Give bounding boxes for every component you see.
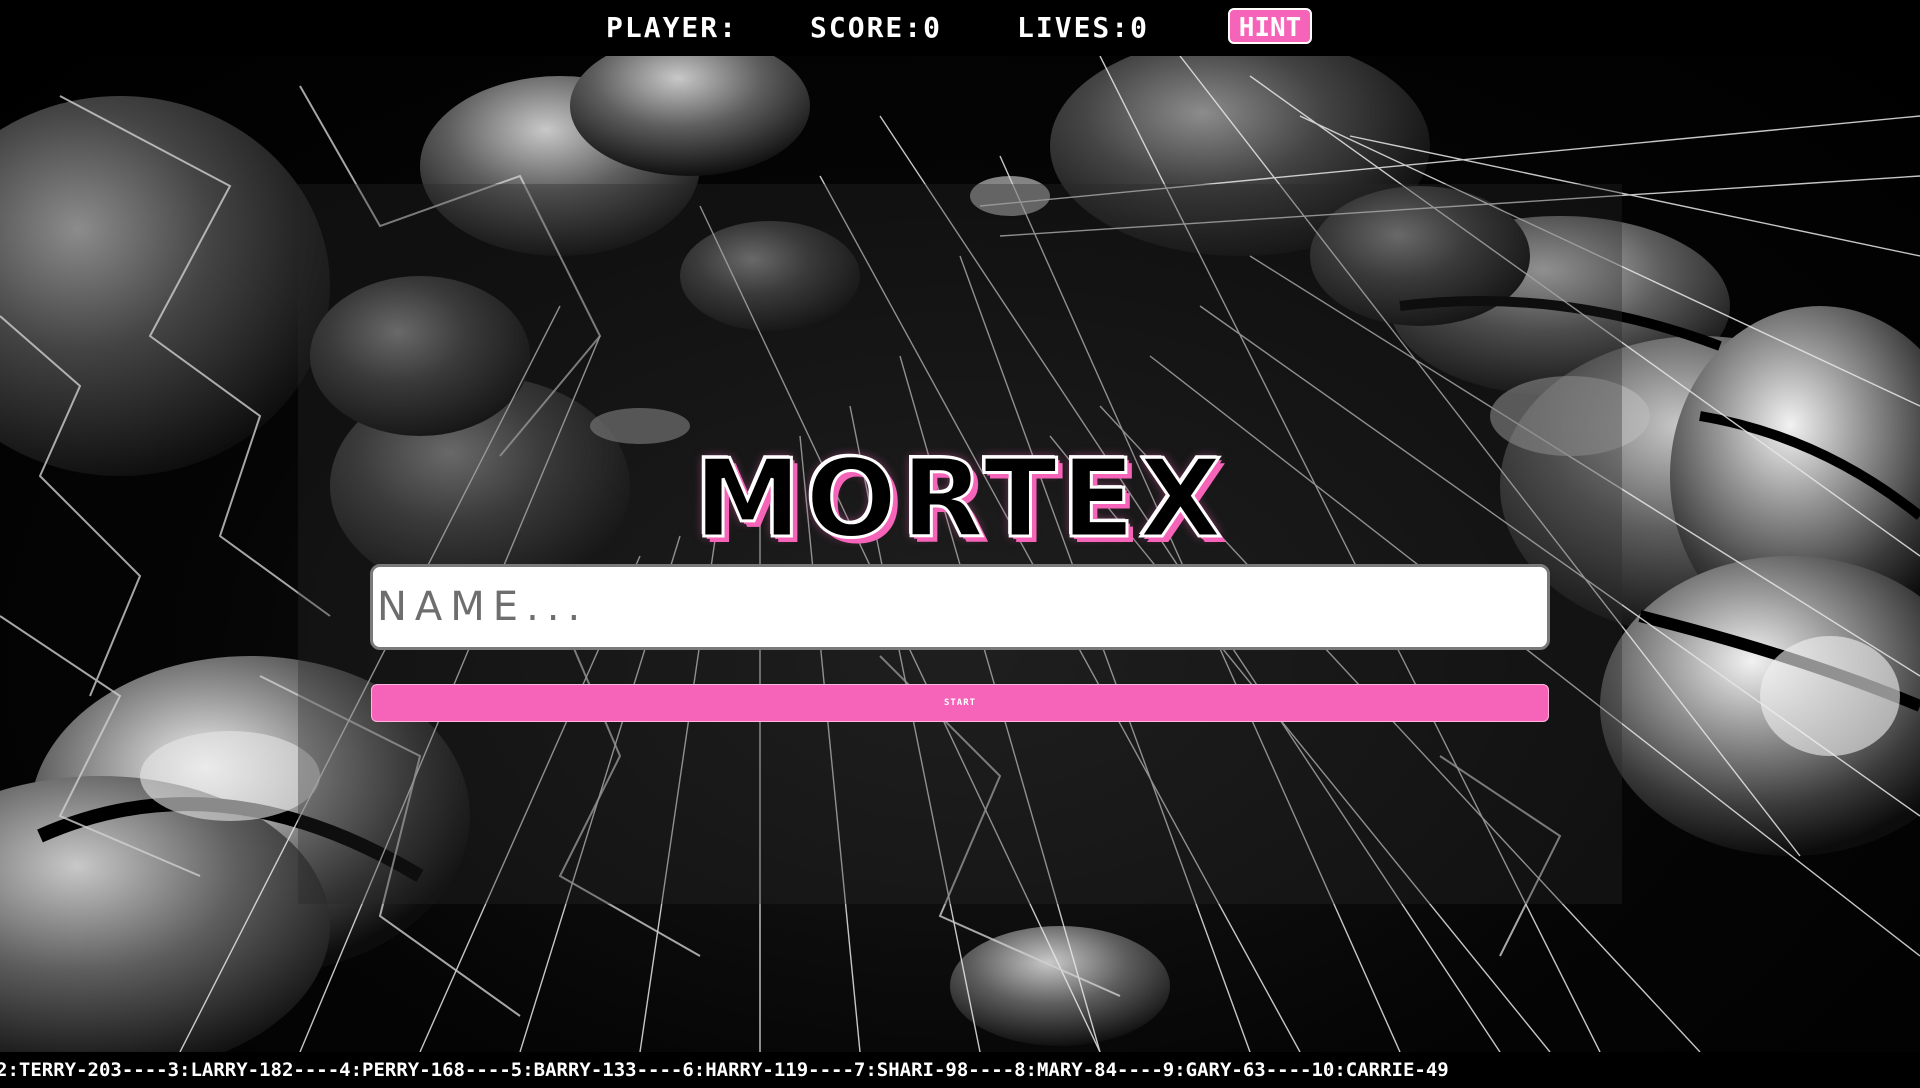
name-input[interactable]	[370, 564, 1550, 650]
leaderboard-ticker: 2:TERRY-203----3:LARRY-182----4:PERRY-16…	[0, 1052, 1920, 1088]
lives-label: LIVES:0	[1017, 11, 1150, 44]
game-title: MORTEX	[692, 437, 1227, 562]
score-label: SCORE:0	[810, 11, 943, 44]
player-label: PLAYER:	[606, 11, 739, 44]
top-hud: PLAYER: SCORE:0 LIVES:0 HINT	[0, 0, 1920, 56]
game-screen: PLAYER: SCORE:0 LIVES:0 HINT MORTEX NAME…	[0, 0, 1920, 1088]
hint-button[interactable]: HINT	[1228, 8, 1312, 44]
leaderboard-ticker-text: 2:TERRY-203----3:LARRY-182----4:PERRY-16…	[0, 1059, 1449, 1081]
start-button[interactable]: START	[371, 684, 1549, 722]
